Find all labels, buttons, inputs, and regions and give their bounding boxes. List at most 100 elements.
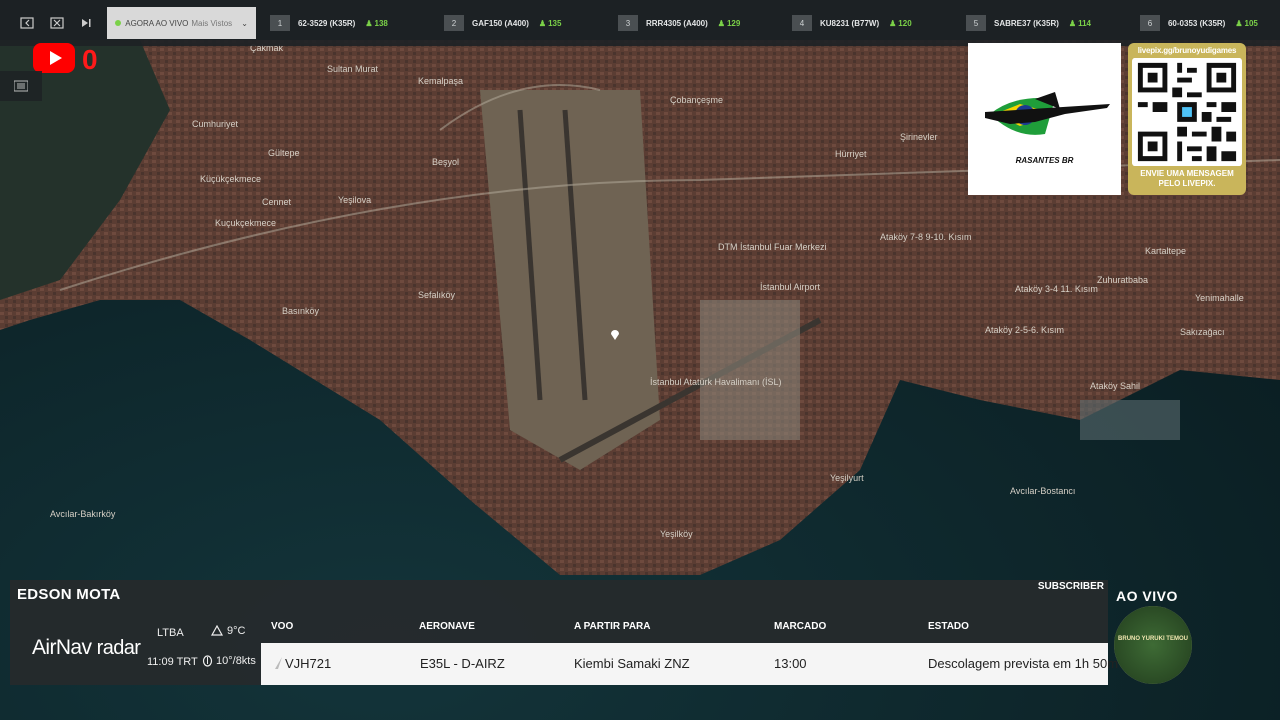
close-panel-button[interactable] (44, 12, 70, 34)
skip-next-icon (82, 19, 91, 27)
weather: 9°C (210, 625, 245, 637)
mode-dropdown[interactable]: AGORA AO VIVO Mais Vistos ⌄ (107, 7, 256, 39)
rank-count: 114 (1078, 18, 1091, 28)
sponsor-name: RASANTES BR (1015, 155, 1074, 165)
mode-sub-label: Mais Vistos (191, 18, 233, 28)
broadcaster-name: EDSON MOTA (17, 586, 121, 603)
rank-number: 6 (1139, 15, 1160, 31)
map-label: Çobançeşme (670, 95, 723, 105)
rank-number: 5 (965, 15, 986, 31)
viewers-icon: ♟ (1068, 18, 1077, 28)
map-label: Ataköy Sahil (1090, 381, 1140, 391)
next-button[interactable] (74, 12, 100, 34)
map-label: Gültepe (268, 148, 300, 158)
map-label: Hürriyet (835, 149, 867, 159)
rank-count: 129 (726, 18, 741, 28)
scheduled-time: 13:00 (774, 656, 807, 671)
collapse-icon (20, 17, 34, 29)
list-view-button[interactable] (0, 71, 42, 101)
viewers-icon: ♟ (538, 18, 547, 28)
map-label: DTM İstanbul Fuar Merkezi (718, 242, 827, 252)
live-dot-icon (115, 20, 122, 26)
header-flight: VOO (271, 621, 294, 632)
brand-sub: radar (96, 637, 141, 659)
header-aircraft: AERONAVE (419, 621, 475, 632)
ranking-item[interactable]: 1 62-3529 (K35R) ♟ 138 (269, 15, 444, 31)
collapse-panel-button[interactable] (14, 12, 40, 34)
map-label: Kemalpaşa (418, 76, 463, 86)
header-status: ESTADO (928, 621, 969, 632)
flight-row[interactable]: VJH721 E35L - D-AIRZ Kiembi Samaki ZNZ 1… (261, 643, 1118, 685)
terminal-area (700, 300, 800, 440)
map-label: Sefalıköy (418, 290, 456, 300)
rank-callsign: RRR4305 (A400) (645, 18, 708, 28)
map-label: Kartaltepe (1145, 246, 1186, 256)
jet-flag-logo (984, 91, 1110, 135)
viewers-icon: ♟ (365, 18, 373, 28)
flight-info-panel: EDSON MOTA SUBSCRIBER AirNav radar LTBA … (10, 580, 1118, 685)
chevron-down-icon: ⌄ (241, 18, 248, 28)
map-label: Küçükçekmece (200, 174, 261, 184)
viewers-icon: ♟ (889, 18, 897, 28)
plane-icon (275, 657, 282, 669)
airnav-logo: AirNav radar (32, 636, 141, 660)
rank-number: 3 (617, 15, 638, 31)
map-label: Cumhuriyet (192, 119, 239, 129)
ranking-item[interactable]: 5 SABRE37 (K35R) ♟ 114 (965, 15, 1140, 31)
map-label: İstanbul Atatürk Havalimanı (İSL) (650, 377, 782, 387)
rank-callsign: SABRE37 (K35R) (993, 18, 1059, 28)
ranking-item[interactable]: 4 KU8231 (B77W) ♟ 120 (791, 15, 966, 31)
live-label: AO VIVO (1116, 588, 1178, 604)
rank-number: 1 (269, 15, 290, 31)
map-label: Cennet (262, 197, 292, 207)
wind-icon (202, 655, 213, 667)
map-label: Kuçukçekmece (215, 218, 276, 228)
map-label: Sakızağacı (1180, 327, 1225, 337)
rank-count: 135 (548, 18, 562, 28)
qr-code-icon (1132, 58, 1242, 166)
map-label: Zuhuratbaba (1097, 275, 1148, 285)
mode-label: AGORA AO VIVO (125, 18, 189, 28)
ranking-item[interactable]: 2 GAF150 (A400) ♟ 135 (443, 15, 618, 31)
rank-callsign: GAF150 (A400) (471, 18, 529, 28)
map-label: Ataköy 7-8 9-10. Kısım (880, 232, 972, 242)
viewers-icon: ♟ (717, 18, 725, 28)
ranking-item[interactable]: 3 RRR4305 (A400) ♟ 129 (617, 15, 792, 31)
airport-code: LTBA (157, 627, 184, 639)
map-label: Avcılar-Bostancı (1010, 486, 1075, 496)
top-bar: AGORA AO VIVO Mais Vistos ⌄ 1 62-3529 (K… (0, 0, 1280, 46)
wind: 10°/8kts (202, 655, 256, 667)
map-label: Ataköy 2-5-6. Kısım (985, 325, 1064, 335)
rank-number: 2 (443, 15, 464, 31)
rank-callsign: 60-0353 (K35R) (1167, 18, 1226, 28)
map-label: Yeşilköy (660, 529, 693, 539)
livepix-message: ENVIE UMA MENSAGEM PELO LIVEPIX. (1140, 169, 1234, 189)
rank-callsign: 62-3529 (K35R) (297, 18, 356, 28)
close-box-icon (50, 17, 64, 29)
subscriber-label: SUBSCRIBER (1037, 581, 1104, 592)
livepix-message-line: PELO LIVEPIX. (1158, 179, 1216, 188)
list-icon (14, 80, 28, 92)
livepix-url: livepix.gg/brunoyudigames (1137, 46, 1237, 55)
map-label: Avcılar-Bakırköy (50, 509, 116, 519)
map-label: Yeşilova (338, 195, 371, 205)
youtube-counter: 0 (82, 44, 98, 75)
header-route: A PARTIR PARA (574, 621, 651, 632)
badge-text: BRUNO YURUKI TEMOU (1118, 636, 1188, 642)
sponsor-panel: RASANTES BR (968, 43, 1121, 195)
ranking-item[interactable]: 6 60-0353 (K35R) ♟ 105 (1139, 15, 1280, 31)
rank-count: 138 (374, 18, 388, 28)
rank-number: 4 (791, 15, 812, 31)
rank-callsign: KU8231 (B77W) (819, 18, 880, 28)
livepix-message-line: ENVIE UMA MENSAGEM (1140, 169, 1234, 178)
flight-status: Descolagem prevista em 1h 50m (928, 656, 1119, 671)
marina (1080, 400, 1180, 440)
livepix-panel[interactable]: livepix.gg/brunoyudigames ENVIE UMA MENS… (1128, 43, 1246, 195)
channel-badge: BRUNO YURUKI TEMOU (1114, 606, 1192, 684)
aircraft-type: E35L - D-AIRZ (420, 656, 505, 671)
route: Kiembi Samaki ZNZ (574, 656, 690, 671)
flight-number: VJH721 (285, 656, 332, 671)
map-label: Yenimahalle (1195, 293, 1244, 303)
rank-count: 105 (1244, 18, 1258, 28)
map-label: Şirinevler (900, 132, 938, 142)
